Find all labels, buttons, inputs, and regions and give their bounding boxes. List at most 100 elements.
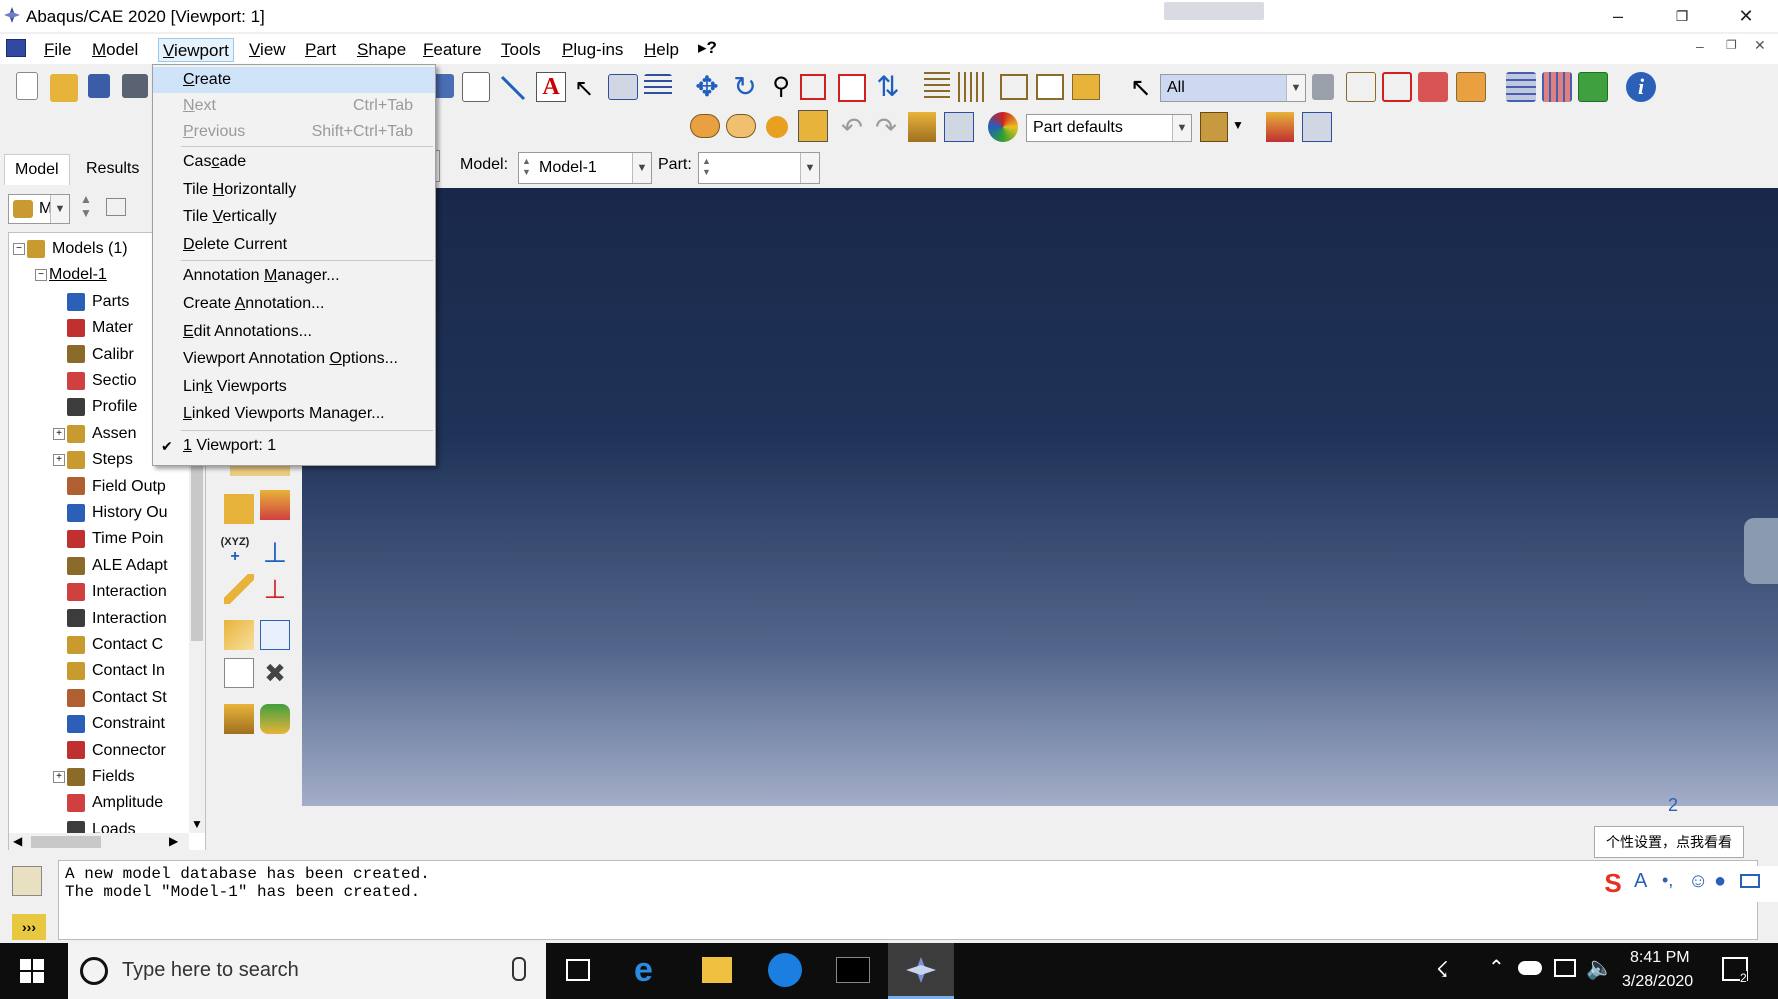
tab-results[interactable]: Results <box>76 154 149 184</box>
new-file-icon[interactable] <box>16 72 38 100</box>
tree-item[interactable]: Amplitude <box>67 791 163 815</box>
kernel-command-icon[interactable]: ››› <box>12 914 46 940</box>
sketch-icon[interactable] <box>1418 72 1448 102</box>
auto-fit-icon[interactable] <box>838 74 866 102</box>
menu-part[interactable]: Part <box>301 38 340 62</box>
mdi-restore-button[interactable]: ❐ <box>1726 38 1737 52</box>
boolean-cut-icon[interactable] <box>726 114 756 138</box>
tree-item[interactable]: ALE Adapt <box>67 554 168 578</box>
info-icon[interactable]: i <box>1626 72 1656 102</box>
clock-date[interactable]: 3/28/2020 <box>1622 973 1693 991</box>
box-zoom-icon[interactable] <box>800 74 826 100</box>
sphere-icon[interactable] <box>766 116 788 138</box>
tree-item[interactable]: Contact St <box>67 686 167 710</box>
perspective-off-icon[interactable] <box>924 72 950 102</box>
tools-icon[interactable]: ✖ <box>260 658 290 688</box>
mdi-minimize-button[interactable]: – <box>1696 38 1704 54</box>
tree-item[interactable]: Model-1 <box>49 263 107 287</box>
menu-viewport[interactable]: Viewport <box>158 38 234 62</box>
sort-arrows-icon[interactable]: ▲ ▼ <box>80 192 92 220</box>
tree-item[interactable]: Parts <box>67 290 129 314</box>
edit-feature-icon[interactable] <box>224 620 254 650</box>
open-folder-icon[interactable] <box>50 74 78 102</box>
ime-emoji-icon[interactable]: ☺ <box>1688 870 1708 893</box>
tree-item[interactable]: Constraint <box>67 712 165 736</box>
tree-item[interactable]: History Ou <box>67 501 168 525</box>
volume-icon[interactable]: 🔈 <box>1586 955 1613 981</box>
datum-axis-icon[interactable]: ⊥ <box>260 536 290 568</box>
scroll-down-icon[interactable]: ▼ <box>191 817 203 831</box>
people-icon[interactable]: ☇ <box>1436 957 1449 983</box>
hidden-line-icon[interactable] <box>1036 74 1064 100</box>
menu-tools[interactable]: Tools <box>497 38 545 62</box>
scroll-left-icon[interactable]: ◀ <box>13 834 22 848</box>
ime-tooltip[interactable]: 个性设置，点我看看 <box>1594 826 1744 858</box>
layout-grid-icon[interactable] <box>1164 2 1264 20</box>
select-arrow-icon[interactable]: ↖ <box>1130 72 1154 102</box>
render-style-combo[interactable]: Part defaults ▼ <box>1026 114 1192 142</box>
side-tab-icon[interactable] <box>1744 518 1778 584</box>
virtual-topology-icon[interactable] <box>260 620 290 650</box>
redo-icon[interactable]: ↷ <box>872 112 900 142</box>
part-combo[interactable]: ▲ ▼ ▼ <box>698 152 820 184</box>
windows-start-icon[interactable] <box>20 959 44 983</box>
minimize-button[interactable]: – <box>1590 0 1646 32</box>
ime-keyboard-icon[interactable] <box>1740 874 1760 888</box>
replace-group-icon[interactable] <box>1578 72 1608 102</box>
perspective-on-icon[interactable] <box>958 72 984 102</box>
rotate-icon[interactable]: ↻ <box>730 72 760 102</box>
xyz-datum-icon[interactable]: (XYZ) + <box>220 536 250 566</box>
display-group-icon[interactable] <box>1542 72 1572 102</box>
mesh-display-icon[interactable] <box>1506 72 1536 102</box>
menu-plugins[interactable]: Plug-ins <box>558 38 627 62</box>
taskbar-search[interactable]: Type here to search <box>68 943 546 999</box>
tree-expander-icon[interactable]: − <box>13 243 25 255</box>
viewport-menu-item[interactable]: Linked Viewports Manager... <box>153 401 435 427</box>
tray-expand-icon[interactable]: ⌃ <box>1488 955 1505 980</box>
table-view-icon[interactable] <box>944 112 974 142</box>
active-tool-icon[interactable] <box>798 110 828 142</box>
viewport-menu-item[interactable]: Viewport Annotation Options... <box>153 346 435 372</box>
tree-item[interactable]: Time Poin <box>67 527 163 551</box>
clock-time[interactable]: 8:41 PM <box>1630 949 1690 967</box>
boolean-union-icon[interactable] <box>690 114 720 138</box>
datum-csys-icon[interactable]: ⊥ <box>260 574 290 604</box>
tree-item[interactable]: Field Outp <box>67 475 166 499</box>
tree-item[interactable]: Sectio <box>67 369 136 393</box>
onedrive-icon[interactable] <box>1518 961 1542 975</box>
close-button[interactable]: ✕ <box>1718 0 1774 32</box>
viewport-menu-item[interactable]: Annotation Manager... <box>153 263 435 289</box>
ime-mode-icon[interactable]: A <box>1634 870 1647 893</box>
tree-expander-icon[interactable]: + <box>53 454 65 467</box>
tree-item[interactable]: Mater <box>67 316 133 340</box>
view-cube-icon[interactable] <box>1200 112 1228 142</box>
viewport-menu-item[interactable]: Edit Annotations... <box>153 319 435 345</box>
menu-view[interactable]: View <box>245 38 290 62</box>
tree-filter-icon[interactable] <box>106 198 126 216</box>
create-part-icon[interactable] <box>224 494 254 524</box>
selection-filter-combo[interactable]: All ▼ <box>1160 74 1306 102</box>
tree-item[interactable]: Connector <box>67 739 166 763</box>
viewport-menu-item[interactable]: Tile Horizontally <box>153 177 435 203</box>
menu-feature[interactable]: Feature <box>419 38 486 62</box>
menu-file[interactable]: File <box>40 38 75 62</box>
repair-icon[interactable] <box>224 658 254 688</box>
whats-this-icon[interactable]: ▸? <box>698 38 717 58</box>
abaqus-taskbar-button[interactable] <box>888 943 954 999</box>
assembly-tool-icon[interactable] <box>1266 112 1294 142</box>
tree-item[interactable]: Models (1) <box>27 237 128 261</box>
scroll-thumb[interactable] <box>31 836 101 848</box>
query-icon[interactable] <box>1346 72 1376 102</box>
arrow-annotation-icon[interactable] <box>500 74 528 102</box>
part-tool-icon[interactable] <box>908 112 936 142</box>
wireframe-icon[interactable] <box>1000 74 1028 100</box>
scroll-right-icon[interactable]: ▶ <box>169 834 178 848</box>
microphone-icon[interactable] <box>512 957 526 981</box>
restore-button[interactable]: ❐ <box>1654 0 1710 32</box>
shaded-icon[interactable] <box>1072 74 1100 100</box>
tree-item[interactable]: Steps <box>67 448 133 472</box>
terminal-icon[interactable] <box>836 957 870 983</box>
cycle-views-icon[interactable]: ⇅ <box>874 70 902 102</box>
tree-item[interactable]: Profile <box>67 395 137 419</box>
view-cube-dropdown-icon[interactable]: ▼ <box>1232 118 1244 132</box>
